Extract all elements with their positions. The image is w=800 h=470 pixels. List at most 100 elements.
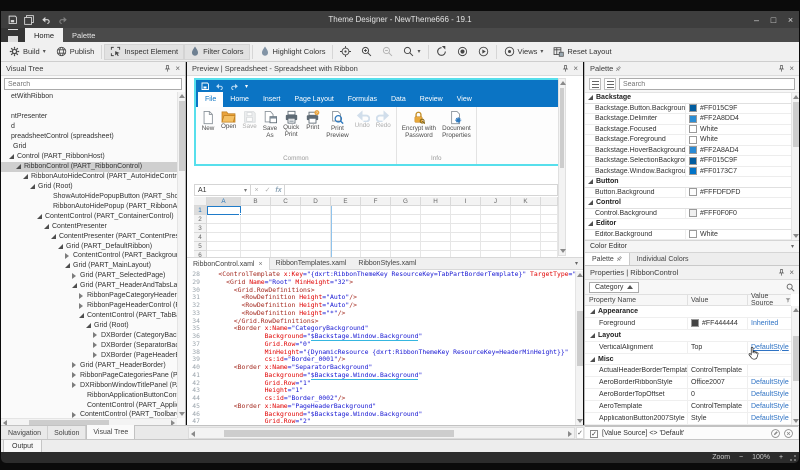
toolbar-target-icon[interactable] xyxy=(335,44,356,60)
expander-icon[interactable] xyxy=(79,303,83,309)
cancel-button[interactable]: × xyxy=(251,187,262,194)
cell[interactable] xyxy=(541,242,558,251)
cell[interactable] xyxy=(241,242,271,251)
property-row-aeroborderribbonstyle[interactable]: AeroBorderRibbonStyleOffice2007DefaultSt… xyxy=(585,377,792,389)
spreadsheet-tab-data[interactable]: Data xyxy=(384,92,413,107)
row-header-4[interactable]: 4 xyxy=(194,233,207,242)
hamburger-menu-button[interactable] xyxy=(1,28,25,42)
cell[interactable] xyxy=(481,215,511,224)
scrollbar-vertical[interactable] xyxy=(791,306,799,425)
tree-item[interactable]: preadsheetControl (spreadsheet) xyxy=(1,132,177,142)
tree-item[interactable]: DXBorder (SeparatorBackground) xyxy=(1,340,177,350)
expander-icon[interactable] xyxy=(65,253,69,259)
name-box[interactable]: A1 ▾ xyxy=(195,185,251,195)
dock-tab-visual-tree[interactable]: Visual Tree xyxy=(86,425,135,440)
palette-color-value[interactable]: White xyxy=(685,230,792,240)
chevron-down-icon[interactable]: ▾ xyxy=(575,258,583,269)
spreadsheet-tab-view[interactable]: View xyxy=(450,92,479,107)
undo-icon[interactable] xyxy=(215,83,224,90)
expander-icon[interactable] xyxy=(72,362,76,368)
cell[interactable] xyxy=(241,224,271,233)
tree-item[interactable]: RibbonControl (PART_RibbonControl) xyxy=(1,162,177,172)
cell[interactable] xyxy=(207,215,241,224)
flat-view-button[interactable] xyxy=(604,78,616,90)
expander-icon[interactable] xyxy=(58,244,63,249)
property-value[interactable]: 0 xyxy=(687,389,747,400)
scrollbar-vertical[interactable] xyxy=(177,92,185,418)
value-source-link[interactable]: Inherited xyxy=(751,320,778,327)
cell[interactable] xyxy=(541,233,558,242)
cell[interactable] xyxy=(301,224,331,233)
property-value[interactable]: #FF444444 xyxy=(687,318,747,329)
cell[interactable] xyxy=(271,215,301,224)
cell[interactable] xyxy=(421,242,451,251)
toolbar-zoom-out-icon[interactable] xyxy=(377,44,398,60)
cell[interactable] xyxy=(511,224,541,233)
category-dropdown-button[interactable]: Category xyxy=(589,282,639,293)
cell[interactable] xyxy=(511,206,541,215)
tree-item[interactable]: DXRibbonWindowTitlePanel (PART_Title xyxy=(1,380,177,390)
expander-icon[interactable] xyxy=(86,323,91,328)
tree-item[interactable] xyxy=(1,102,177,112)
redo-icon[interactable] xyxy=(230,83,239,90)
toolbar-zoom-in-icon[interactable] xyxy=(356,44,377,60)
tree-item[interactable]: etWithRibbon xyxy=(1,92,177,102)
expander-icon[interactable] xyxy=(588,200,593,205)
value-source-link[interactable]: DefaultStyle xyxy=(751,403,789,410)
cell[interactable] xyxy=(421,224,451,233)
expander-icon[interactable] xyxy=(79,293,83,299)
palette-color-value[interactable]: #FF2A8AD4 xyxy=(685,146,792,156)
tree-item[interactable]: DXBorder (PageHeaderBackgroun xyxy=(1,350,177,360)
cell[interactable] xyxy=(481,242,511,251)
tree-item[interactable]: RibbonAutoHideControl (PART_AutoHideCont… xyxy=(1,172,177,182)
cell[interactable] xyxy=(511,233,541,242)
spreadsheet-tab-review[interactable]: Review xyxy=(413,92,450,107)
editor-tab-ribbonstyles-xaml[interactable]: RibbonStyles.xaml xyxy=(352,258,422,269)
tree-item[interactable]: Control (PART_RibbonHost) xyxy=(1,152,177,162)
toolbar-refresh-icon[interactable] xyxy=(431,44,452,60)
column-header-c[interactable]: C xyxy=(271,197,301,206)
expander-icon[interactable] xyxy=(51,234,56,239)
cell[interactable] xyxy=(301,242,331,251)
column-value[interactable]: Value xyxy=(687,295,747,305)
formula-input[interactable] xyxy=(284,185,557,195)
tree-item[interactable]: d xyxy=(1,122,177,132)
pin-icon[interactable] xyxy=(778,65,785,72)
palette-row-backstage-button-background[interactable]: Backstage.Button.Background#FF015C9F xyxy=(585,104,792,115)
tree-item[interactable]: ContentControl (PART_ToolbarContaine xyxy=(1,410,177,418)
tree-item[interactable]: Grid (PART_HeaderBorder) xyxy=(1,360,177,370)
ribbon-button-encrypt-with-password[interactable]: Encrypt withPassword xyxy=(400,109,438,140)
cell[interactable] xyxy=(391,242,421,251)
palette-color-value[interactable]: #FF015C9F xyxy=(685,156,792,166)
close-icon[interactable]: × xyxy=(789,268,794,277)
expander-icon[interactable] xyxy=(93,332,97,338)
tree-item[interactable]: Grid (PART_MainLayout) xyxy=(1,261,177,271)
close-icon[interactable]: × xyxy=(175,64,180,73)
cell[interactable] xyxy=(481,206,511,215)
palette-group-control[interactable]: Control xyxy=(585,198,792,209)
row-header-3[interactable]: 3 xyxy=(194,224,207,233)
cell[interactable] xyxy=(481,224,511,233)
clear-filter-icon[interactable] xyxy=(784,429,793,438)
property-row-foreground[interactable]: Foreground#FF444444Inherited xyxy=(585,318,792,330)
cell[interactable] xyxy=(331,206,361,215)
toolbar-build[interactable]: Build▾ xyxy=(4,44,51,60)
cell[interactable] xyxy=(271,233,301,242)
cell[interactable] xyxy=(451,233,481,242)
palette-group-button[interactable]: Button xyxy=(585,177,792,188)
tree-item[interactable]: ntPresenter xyxy=(1,112,177,122)
cell[interactable] xyxy=(361,242,391,251)
cell[interactable] xyxy=(361,215,391,224)
scrollbar-horizontal[interactable] xyxy=(1,418,177,425)
cell[interactable] xyxy=(451,215,481,224)
search-icon[interactable] xyxy=(786,283,795,292)
property-value[interactable]: Style xyxy=(687,413,747,424)
tree-item[interactable]: RibbonApplicationButtonControl (PART xyxy=(1,390,177,400)
palette-row-control-background[interactable]: Control.Background#FFF0F0F0 xyxy=(585,209,792,220)
close-icon[interactable]: × xyxy=(573,64,578,73)
property-row-aerobordertopoffset[interactable]: AeroBorderTopOffset0DefaultStyle xyxy=(585,389,792,401)
expander-icon[interactable] xyxy=(16,164,21,169)
ribbon-button-save-as[interactable]: SaveAs xyxy=(261,109,279,140)
tree-item[interactable]: ContentControl (PART_ContainerControl) xyxy=(1,211,177,221)
row-header-2[interactable]: 2 xyxy=(194,215,207,224)
